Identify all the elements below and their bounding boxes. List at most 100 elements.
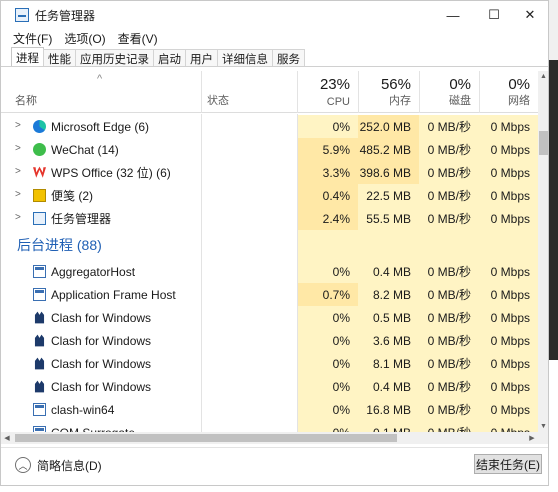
column-cpu-label: CPU [326, 96, 350, 108]
expand-chevron-icon[interactable]: > [15, 166, 21, 177]
disk-value: 0 MB/秒 [419, 398, 479, 421]
disk-value: 0 MB/秒 [419, 421, 479, 432]
cpu-value: 0% [297, 329, 358, 352]
network-value: 0 Mbps [479, 260, 538, 283]
table-row[interactable]: COM Surrogate 0% 0.1 MB 0 MB/秒 0 Mbps [1, 421, 538, 432]
memory-value: 55.5 MB [358, 207, 419, 230]
cpu-value: 0% [297, 352, 358, 375]
scroll-up-icon[interactable]: ▲ [538, 71, 548, 82]
cpu-value: 0% [297, 260, 358, 283]
table-row[interactable]: > Microsoft Edge (6) 0% 252.0 MB 0 MB/秒 … [1, 115, 538, 138]
process-name: 便笺 (2) [51, 189, 94, 203]
tab-services[interactable]: 服务 [272, 49, 305, 67]
tab-users[interactable]: 用户 [185, 49, 218, 67]
close-button[interactable]: ✕ [512, 1, 548, 29]
column-status[interactable]: 状态 [201, 71, 297, 113]
network-spacer [479, 230, 538, 260]
column-divider [419, 71, 420, 113]
vertical-scrollbar[interactable]: ▲ ▼ [538, 71, 548, 432]
column-divider [358, 71, 359, 113]
memory-value: 0.1 MB [358, 421, 419, 432]
collapse-chevron-up-icon[interactable]: ︿ [15, 457, 31, 473]
minimize-button[interactable]: — [435, 1, 471, 29]
process-name: Application Frame Host [51, 287, 176, 302]
network-value: 0 Mbps [479, 329, 538, 352]
background-window-top [548, 0, 558, 60]
network-value: 0 Mbps [479, 161, 538, 184]
column-cpu[interactable]: 23% CPU [297, 71, 358, 113]
network-value: 0 Mbps [479, 375, 538, 398]
column-divider [297, 114, 298, 432]
column-network[interactable]: 0% 网络 [479, 71, 538, 113]
process-name: 任务管理器 [51, 212, 112, 226]
sort-ascending-icon: ^ [97, 73, 103, 85]
bottom-edge [0, 486, 548, 492]
tab-startup[interactable]: 启动 [153, 49, 186, 67]
expand-chevron-icon[interactable]: > [15, 143, 21, 154]
table-row[interactable]: > 任务管理器 2.4% 55.5 MB 0 MB/秒 0 Mbps [1, 207, 538, 230]
background-window [548, 0, 558, 492]
column-name[interactable]: ^ 名称 [1, 71, 201, 113]
edge-icon [33, 120, 46, 133]
service-icon [33, 403, 46, 416]
title-bar[interactable]: 任务管理器 — ☐ ✕ [1, 1, 548, 29]
table-row[interactable]: AggregatorHost 0% 0.4 MB 0 MB/秒 0 Mbps [1, 260, 538, 283]
disk-value: 0 MB/秒 [419, 352, 479, 375]
column-divider [201, 114, 202, 432]
network-value: 0 Mbps [479, 283, 538, 306]
vertical-scroll-thumb[interactable] [539, 131, 548, 155]
process-name: Clash for Windows [51, 379, 152, 394]
scroll-right-icon[interactable]: ▶ [526, 432, 538, 444]
tab-details[interactable]: 详细信息 [217, 49, 273, 67]
disk-value: 0 MB/秒 [419, 184, 479, 207]
maximize-button[interactable]: ☐ [476, 1, 512, 29]
fewer-details-link[interactable]: 简略信息(D) [37, 457, 102, 473]
table-row[interactable]: clash-win64 0% 16.8 MB 0 MB/秒 0 Mbps [1, 398, 538, 421]
disk-value: 0 MB/秒 [419, 115, 479, 138]
table-header: ^ 名称 状态 23% CPU 56% 内存 0% 磁盘 0% 网络 [1, 71, 538, 113]
table-row[interactable]: Clash for Windows 0% 0.5 MB 0 MB/秒 0 Mbp… [1, 306, 538, 329]
tab-performance[interactable]: 性能 [43, 49, 76, 67]
table-row[interactable]: Application Frame Host 0.7% 8.2 MB 0 MB/… [1, 283, 538, 306]
table-row[interactable]: > WPS Office (32 位) (6) 3.3% 398.6 MB 0 … [1, 161, 538, 184]
task-manager-icon [15, 8, 29, 22]
menu-file[interactable]: 文件(F) [13, 30, 52, 47]
network-value: 0 Mbps [479, 207, 538, 230]
tab-processes[interactable]: 进程 [11, 47, 44, 67]
expand-chevron-icon[interactable]: > [15, 120, 21, 131]
expand-chevron-icon[interactable]: > [15, 212, 21, 223]
cpu-total-percent: 23% [319, 76, 350, 93]
tab-app-history[interactable]: 应用历史记录 [75, 49, 154, 67]
task-manager-window: 任务管理器 — ☐ ✕ 文件(F) 选项(O) 查看(V) 进程 性能 应用历史… [0, 0, 549, 486]
cpu-value: 0% [297, 398, 358, 421]
disk-spacer [419, 230, 479, 260]
cpu-value: 0.4% [297, 184, 358, 207]
scroll-left-icon[interactable]: ◀ [1, 432, 13, 444]
table-row[interactable]: Clash for Windows 0% 0.4 MB 0 MB/秒 0 Mbp… [1, 375, 538, 398]
horizontal-scroll-thumb[interactable] [15, 434, 397, 442]
disk-value: 0 MB/秒 [419, 138, 479, 161]
memory-value: 485.2 MB [358, 138, 419, 161]
column-name-label: 名称 [15, 95, 37, 107]
cpu-value: 2.4% [297, 207, 358, 230]
process-name: Clash for Windows [51, 356, 152, 371]
menu-view[interactable]: 查看(V) [118, 30, 158, 47]
table-row[interactable]: Clash for Windows 0% 3.6 MB 0 MB/秒 0 Mbp… [1, 329, 538, 352]
cpu-value: 0% [297, 115, 358, 138]
memory-value: 398.6 MB [358, 161, 419, 184]
menu-options[interactable]: 选项(O) [64, 30, 105, 47]
window-title: 任务管理器 [35, 8, 96, 23]
table-row[interactable]: Clash for Windows 0% 8.1 MB 0 MB/秒 0 Mbp… [1, 352, 538, 375]
memory-value: 0.4 MB [358, 375, 419, 398]
scroll-down-icon[interactable]: ▼ [538, 421, 548, 432]
column-disk[interactable]: 0% 磁盘 [419, 71, 479, 113]
table-row[interactable]: > WeChat (14) 5.9% 485.2 MB 0 MB/秒 0 Mbp… [1, 138, 538, 161]
column-memory[interactable]: 56% 内存 [358, 71, 419, 113]
expand-chevron-icon[interactable]: > [15, 189, 21, 200]
end-task-button[interactable]: 结束任务(E) [474, 454, 542, 474]
section-header[interactable]: 后台进程 (88) [1, 230, 538, 260]
tab-divider [1, 66, 548, 67]
horizontal-scrollbar[interactable]: ◀ ▶ [1, 432, 538, 444]
table-row[interactable]: > 便笺 (2) 0.4% 22.5 MB 0 MB/秒 0 Mbps [1, 184, 538, 207]
service-icon [33, 265, 46, 278]
